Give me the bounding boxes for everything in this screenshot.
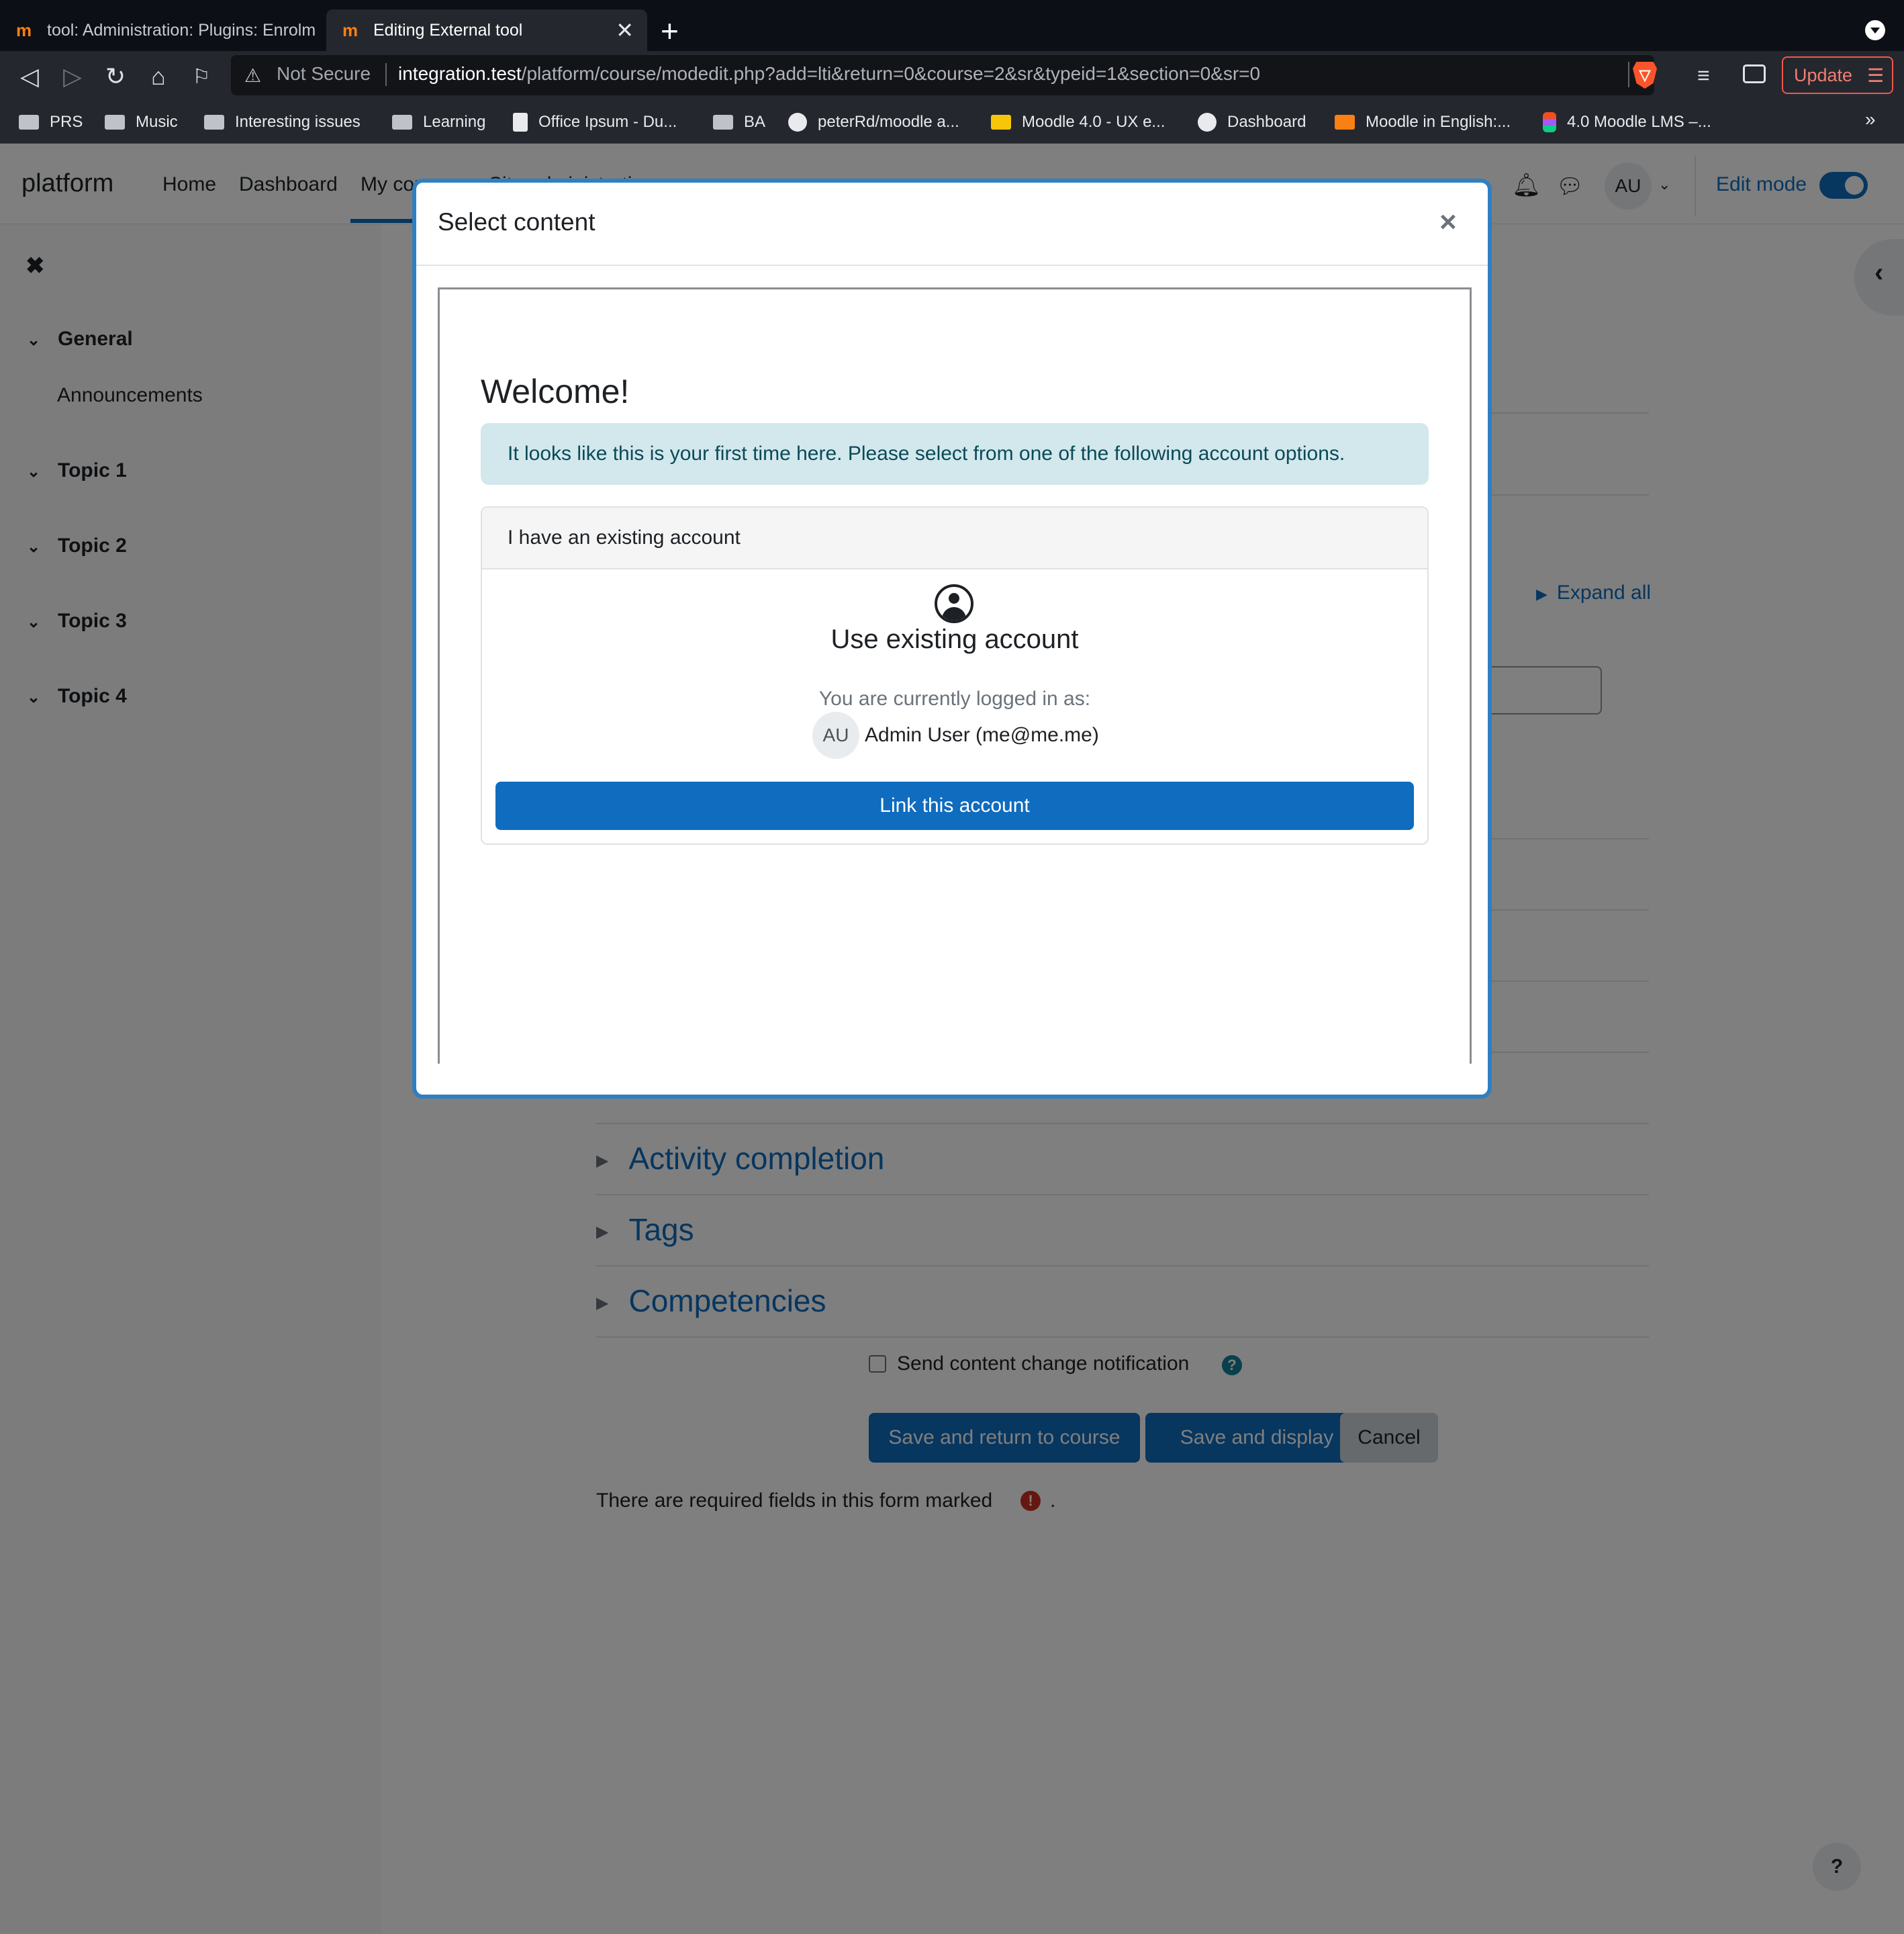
bookmark-item[interactable]: Interesting issues: [204, 109, 361, 136]
folder-icon: [204, 115, 224, 130]
url-path: /platform/course/modedit.php?add=lti&ret…: [521, 63, 1261, 84]
browser-tab-active[interactable]: m Editing External tool ✕: [326, 9, 647, 51]
tab-title: Editing External tool: [373, 20, 523, 40]
wallet-icon[interactable]: [1743, 64, 1766, 83]
folder-icon: [105, 115, 125, 130]
tab-search-icon[interactable]: [1865, 20, 1885, 40]
globe-icon: [1198, 113, 1217, 132]
url-divider-right: [1628, 62, 1629, 87]
bookmark-label: Dashboard: [1227, 113, 1306, 131]
bookmark-label: PRS: [50, 113, 83, 131]
bookmark-label: Interesting issues: [235, 113, 361, 131]
new-tab-button[interactable]: +: [661, 12, 679, 50]
avatar: AU: [812, 712, 859, 759]
back-icon[interactable]: ◁: [13, 60, 46, 93]
bookmark-item[interactable]: Dashboard: [1198, 109, 1306, 136]
moodle-favicon-icon: m: [342, 20, 359, 40]
close-icon[interactable]: ×: [1439, 205, 1457, 239]
bookmark-label: BA: [744, 113, 766, 131]
url-text[interactable]: integration.test/platform/course/modedit…: [398, 63, 1260, 85]
github-icon: [788, 113, 807, 132]
bookmark-item[interactable]: Learning: [392, 109, 485, 136]
bookmark-item[interactable]: Music: [105, 109, 178, 136]
user-circle-icon: [935, 584, 973, 623]
figma-icon: [1543, 112, 1556, 132]
warning-icon[interactable]: ⚠: [244, 64, 261, 87]
moodle-icon: [1335, 115, 1355, 130]
not-secure-label[interactable]: Not Secure: [277, 63, 371, 85]
update-label: Update: [1794, 64, 1853, 85]
more-bookmarks-icon[interactable]: »: [1865, 109, 1876, 130]
url-host: integration.test: [398, 63, 522, 84]
bookmark-item[interactable]: Moodle in English:...: [1335, 109, 1511, 136]
menu-icon: ☰: [1867, 64, 1885, 86]
first-time-info-alert: It looks like this is your first time he…: [481, 423, 1429, 485]
folder-icon: [19, 115, 39, 130]
bookmark-item[interactable]: 4.0 Moodle LMS –...: [1543, 109, 1711, 136]
forward-icon[interactable]: ▷: [56, 60, 89, 93]
bookmark-item[interactable]: Office Ipsum - Du...: [513, 109, 677, 136]
browser-tab-inactive[interactable]: m tool: Administration: Plugins: Enrolm: [0, 9, 325, 51]
bookmark-label: Moodle in English:...: [1366, 113, 1511, 131]
bookmark-label: Moodle 4.0 - UX e...: [1022, 113, 1165, 131]
close-tab-icon[interactable]: ✕: [616, 17, 634, 43]
bookmark-label: Learning: [423, 113, 486, 131]
bookmark-label: Music: [136, 113, 178, 131]
card-title: Use existing account: [830, 625, 1079, 654]
link-account-button[interactable]: Link this account: [495, 782, 1414, 830]
playlist-icon[interactable]: ≡: [1697, 63, 1710, 88]
bookmark-label: 4.0 Moodle LMS –...: [1567, 113, 1711, 131]
modal-header-divider: [416, 265, 1488, 266]
bookmark-label: peterRd/moodle a...: [818, 113, 959, 131]
url-divider: [385, 63, 387, 86]
update-button[interactable]: Update ☰: [1782, 56, 1893, 94]
bookmark-icon[interactable]: ⚐: [185, 60, 218, 93]
bookmark-item[interactable]: BA: [713, 109, 765, 136]
folder-icon: [713, 115, 733, 130]
home-icon[interactable]: ⌂: [142, 60, 175, 93]
bookmark-label: Office Ipsum - Du...: [538, 113, 677, 131]
modal-title: Select content: [438, 208, 596, 236]
reload-icon[interactable]: ↻: [99, 60, 132, 93]
logged-in-user: Admin User (me@me.me): [865, 724, 1099, 746]
coffee-icon: [513, 113, 528, 132]
bookmark-item[interactable]: PRS: [19, 109, 83, 136]
bookmark-item[interactable]: Moodle 4.0 - UX e...: [991, 109, 1165, 136]
folder-icon: [392, 115, 412, 130]
miro-icon: [991, 115, 1011, 130]
card-header: I have an existing account: [482, 508, 1427, 569]
logged-in-label: You are currently logged in as:: [818, 688, 1091, 710]
moodle-favicon-icon: m: [16, 20, 32, 40]
welcome-heading: Welcome!: [481, 373, 630, 410]
tab-title: tool: Administration: Plugins: Enrolm: [47, 20, 316, 40]
bookmark-item[interactable]: peterRd/moodle a...: [788, 109, 959, 136]
